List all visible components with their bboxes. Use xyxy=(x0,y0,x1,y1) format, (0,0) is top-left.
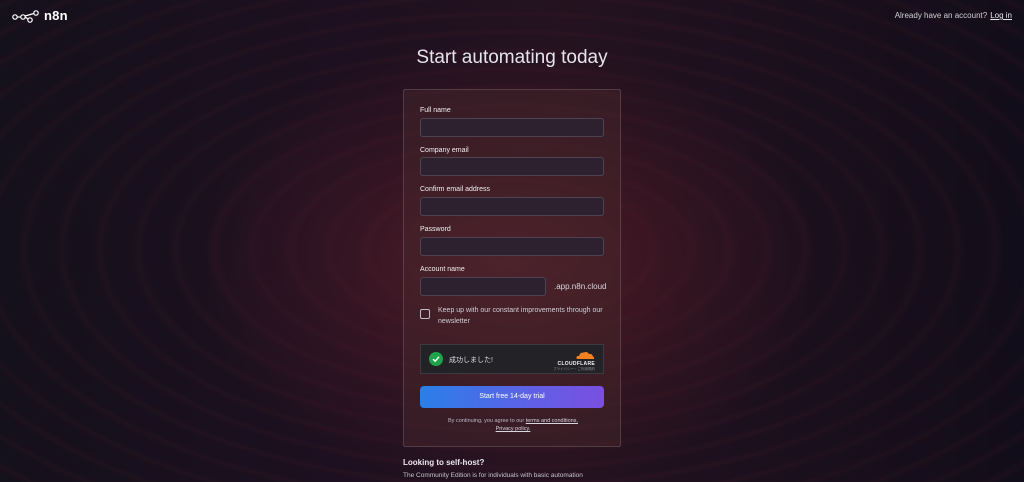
turnstile-links[interactable]: プライバシー・ご利用規約 xyxy=(553,367,595,372)
password-input[interactable] xyxy=(420,237,604,256)
cloudflare-cloud-icon xyxy=(576,352,595,359)
full-name-label: Full name xyxy=(420,107,451,114)
start-trial-button[interactable]: Start free 14-day trial xyxy=(420,386,604,408)
self-host-heading: Looking to self-host? xyxy=(403,458,485,467)
n8n-logo-icon xyxy=(12,9,39,23)
account-domain-suffix: .app.n8n.cloud xyxy=(554,282,607,291)
legal-notice: By continuing, you agree to our terms an… xyxy=(404,417,622,433)
self-host-description: The Community Edition is for individuals… xyxy=(403,472,583,479)
newsletter-checkbox[interactable] xyxy=(420,309,430,319)
n8n-logo[interactable]: n8n xyxy=(12,8,68,23)
top-bar: n8n Already have an account? Log in xyxy=(0,0,1024,32)
terms-link[interactable]: terms and conditions, xyxy=(526,418,578,424)
privacy-link[interactable]: Privacy policy. xyxy=(496,426,531,432)
signup-form: Full name Company email Confirm email ad… xyxy=(403,89,621,447)
login-prompt: Already have an account? Log in xyxy=(895,11,1012,20)
password-label: Password xyxy=(420,226,451,233)
newsletter-label: Keep up with our constant improvements t… xyxy=(438,307,603,325)
full-name-input[interactable] xyxy=(420,118,604,137)
legal-prefix: By continuing, you agree to our xyxy=(448,418,525,424)
confirm-email-label: Confirm email address xyxy=(420,186,491,193)
cloudflare-turnstile[interactable]: 成功しました! CLOUDFLARE プライバシー・ご利用規約 xyxy=(420,344,604,374)
brand-name: n8n xyxy=(44,8,68,23)
turnstile-status: 成功しました! xyxy=(449,357,493,364)
success-check-icon xyxy=(429,352,443,366)
company-email-input[interactable] xyxy=(420,157,604,176)
account-question: Already have an account? xyxy=(894,11,988,20)
account-name-label: Account name xyxy=(420,266,465,273)
account-name-input[interactable] xyxy=(420,277,546,296)
login-link[interactable]: Log in xyxy=(990,11,1012,20)
company-email-label: Company email xyxy=(420,147,469,154)
page-title: Start automating today xyxy=(416,47,608,68)
confirm-email-input[interactable] xyxy=(420,197,604,216)
